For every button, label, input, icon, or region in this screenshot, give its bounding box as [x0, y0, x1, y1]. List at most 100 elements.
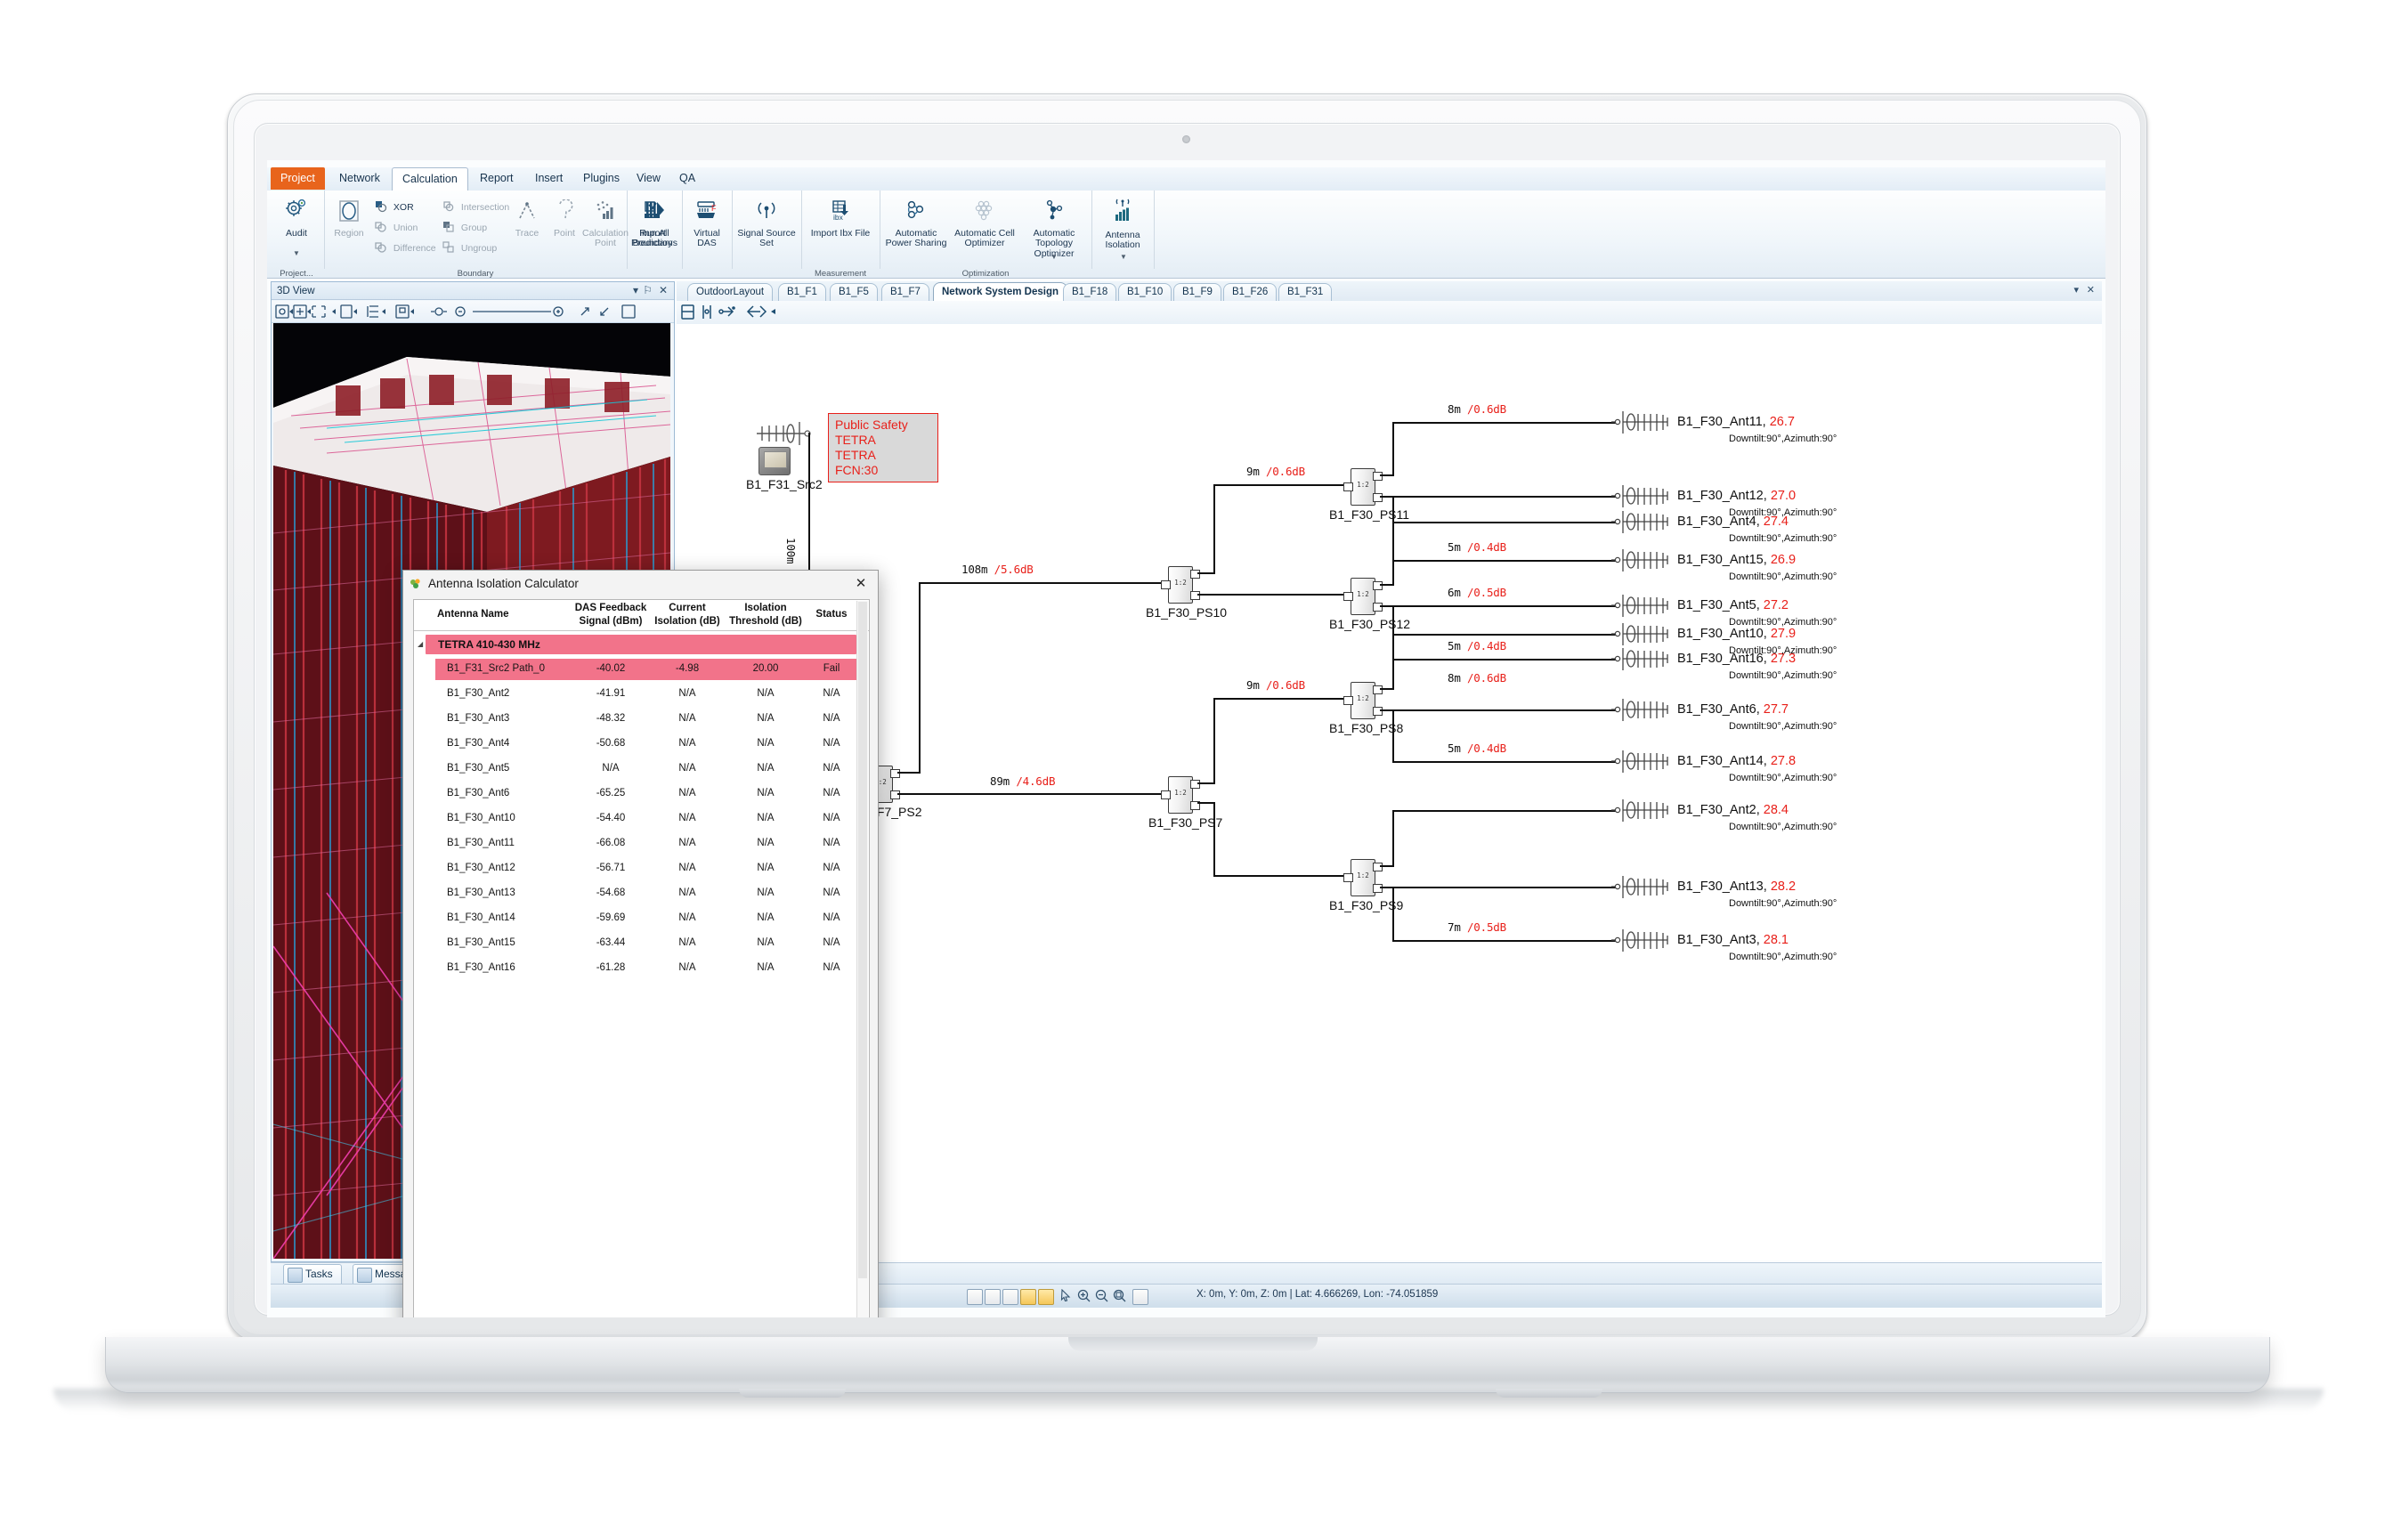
- trace-button[interactable]: Trace: [509, 199, 545, 239]
- group-icon: [442, 220, 455, 237]
- ribbon-tab-view[interactable]: View: [627, 167, 670, 190]
- table-row[interactable]: B1_F30_Ant6 -65.25 N/A N/A N/A: [414, 782, 869, 806]
- ribbon-tab-calculation[interactable]: Calculation: [392, 167, 468, 191]
- import-ibx-file-button[interactable]: ibx Import Ibx File: [805, 199, 876, 239]
- tab-outdoorlayout[interactable]: OutdoorLayout: [687, 283, 774, 301]
- automatic-power-sharing-icon: [883, 199, 949, 226]
- cable-loss: /0.6dB: [1466, 671, 1506, 685]
- automatic-power-sharing-button[interactable]: Automatic Power Sharing: [883, 199, 949, 249]
- antenna-isolation-button[interactable]: Antenna Isolation: [1093, 198, 1152, 251]
- signal-source-set-button[interactable]: Signal Source Set: [734, 199, 799, 249]
- table-row[interactable]: B1_F30_Ant11 -66.08 N/A N/A N/A: [414, 832, 869, 855]
- calculation-point-button[interactable]: Calculation Point: [580, 199, 630, 249]
- isolation-results-grid[interactable]: Antenna Name DAS Feedback Signal (dBm) C…: [413, 599, 870, 1317]
- table-row[interactable]: B1_F30_Ant14 -59.69 N/A N/A N/A: [414, 907, 869, 930]
- tab-b1-f10[interactable]: B1_F10: [1118, 283, 1172, 301]
- grid-scrollbar-thumb[interactable]: [858, 602, 867, 1278]
- splitter-b1-f30-ps12[interactable]: 1:2: [1351, 578, 1375, 615]
- ribbon-tab-network[interactable]: Network: [329, 167, 390, 190]
- point-button[interactable]: Point: [547, 199, 582, 239]
- status-pointer-icon[interactable]: [1059, 1288, 1074, 1303]
- wire-ps8-out1-v: [1392, 634, 1394, 690]
- status-export-icon[interactable]: [1002, 1289, 1018, 1305]
- table-row[interactable]: B1_F30_Ant5 N/A N/A N/A N/A: [414, 758, 869, 781]
- tab-b1-f5[interactable]: B1_F5: [830, 283, 878, 301]
- ribbon-tab-qa[interactable]: QA: [669, 167, 705, 190]
- ribbon-tab-plugins[interactable]: Plugins: [573, 167, 629, 190]
- antenna-isolation-expand-arrow[interactable]: ▼: [1120, 253, 1127, 261]
- column-header-status[interactable]: Status: [809, 608, 854, 621]
- group-expand-icon[interactable]: ◢: [418, 640, 423, 648]
- tab-b1-f26[interactable]: B1_F26: [1223, 283, 1278, 301]
- network-design-canvas[interactable]: B1_F31_Src2 Public Safety TETRA TETRA FC…: [677, 324, 2102, 1260]
- tab-b1-f1[interactable]: B1_F1: [778, 283, 826, 301]
- tab-b1-f7[interactable]: B1_F7: [881, 283, 929, 301]
- ungroup-label: Ungroup: [460, 243, 498, 255]
- splitter-b1-f30-ps10[interactable]: 1:2: [1168, 566, 1193, 604]
- automatic-cell-optimizer-button[interactable]: Automatic Cell Optimizer: [953, 199, 1017, 249]
- run-all-predictions-button[interactable]: Run All Predictions: [629, 199, 680, 249]
- status-properties-icon[interactable]: [1132, 1289, 1148, 1305]
- region-button[interactable]: Region: [328, 199, 370, 239]
- splitter-b1-f30-ps9[interactable]: 1:2: [1351, 859, 1375, 896]
- union-button[interactable]: Union: [374, 220, 418, 237]
- ribbon-tab-insert[interactable]: Insert: [525, 167, 572, 190]
- splitter-b1-f30-ps7[interactable]: 1:2: [1168, 776, 1193, 814]
- column-header-antenna-name[interactable]: Antenna Name: [437, 608, 571, 621]
- project-group-expand-arrow[interactable]: ▼: [293, 249, 300, 257]
- ungroup-button[interactable]: Ungroup: [442, 240, 497, 257]
- splitter-b1-f30-ps11[interactable]: 1:2: [1351, 468, 1375, 506]
- automatic-cell-optimizer-icon: [953, 199, 1017, 226]
- table-row[interactable]: B1_F30_Ant12 -56.71 N/A N/A N/A: [414, 857, 869, 880]
- table-row[interactable]: B1_F30_Ant13 -54.68 N/A N/A N/A: [414, 882, 869, 905]
- cable-loss: /0.6dB: [1265, 678, 1305, 692]
- audit-button[interactable]: Audit: [274, 198, 319, 239]
- group-button[interactable]: Group: [442, 220, 487, 237]
- frequency-group-row[interactable]: TETRA 410-430 MHz: [426, 635, 856, 654]
- virtual-das-button[interactable]: F Virtual DAS: [684, 199, 730, 249]
- column-header-current-isolation[interactable]: Current Isolation (dB): [651, 602, 724, 628]
- tab-b1-f31[interactable]: B1_F31: [1278, 283, 1333, 301]
- cell-status: Fail: [823, 663, 840, 674]
- xor-button[interactable]: XOR: [374, 199, 414, 216]
- table-row[interactable]: B1_F30_Ant15 -63.44 N/A N/A N/A: [414, 932, 869, 955]
- status-zoom-out-icon[interactable]: [1095, 1289, 1109, 1303]
- bottom-tab-tasks[interactable]: Tasks: [283, 1264, 342, 1285]
- doc-tabs-close-icon[interactable]: ✕: [2087, 284, 2095, 296]
- ribbon-tab-project[interactable]: Project: [271, 167, 325, 190]
- ribbon-tab-report[interactable]: Report: [470, 167, 523, 190]
- panel-3d-dropdown-icon[interactable]: ▾: [633, 284, 638, 296]
- table-row[interactable]: B1_F30_Ant10 -54.40 N/A N/A N/A: [414, 807, 869, 831]
- intersection-button[interactable]: Intersection: [442, 199, 509, 216]
- table-row[interactable]: B1_F30_Ant2 -41.91 N/A N/A N/A: [414, 683, 869, 706]
- doc-tabs-dropdown-icon[interactable]: ▾: [2073, 284, 2079, 296]
- status-layer-icon[interactable]: [985, 1289, 1001, 1305]
- status-ruler-icon[interactable]: [1038, 1289, 1054, 1305]
- status-panel-icon[interactable]: [967, 1289, 983, 1305]
- table-row[interactable]: B1_F30_Ant3 -48.32 N/A N/A N/A: [414, 708, 869, 731]
- status-zoom-fit-icon[interactable]: [1113, 1289, 1127, 1303]
- antenna-label-6: B1_F30_Ant10, 27.9: [1677, 627, 1797, 641]
- splitter-ps8-out2-port: [1373, 707, 1383, 716]
- document-tab-strip: OutdoorLayout B1_F1 B1_F5 B1_F7 Network …: [677, 281, 2102, 302]
- cell-status: N/A: [823, 863, 840, 873]
- table-row[interactable]: B1_F31_Src2 Path_0 -40.02 -4.98 20.00 Fa…: [414, 658, 869, 681]
- tab-b1-f18[interactable]: B1_F18: [1063, 283, 1117, 301]
- tab-b1-f9[interactable]: B1_F9: [1173, 283, 1221, 301]
- difference-button[interactable]: Difference: [374, 240, 436, 257]
- table-row[interactable]: B1_F30_Ant16 -61.28 N/A N/A N/A: [414, 957, 869, 980]
- automatic-topology-optimizer-button[interactable]: Automatic Topology Optimizer: [1018, 199, 1090, 259]
- tab-network-system-design[interactable]: Network System Design: [933, 282, 1068, 301]
- status-measure-icon[interactable]: [1020, 1289, 1036, 1305]
- column-header-das-feedback-signal[interactable]: DAS Feedback Signal (dBm): [572, 602, 649, 628]
- status-zoom-in-icon[interactable]: [1077, 1289, 1091, 1303]
- column-header-isolation-threshold[interactable]: Isolation Threshold (dB): [726, 602, 806, 628]
- antenna-gain: 28.1: [1763, 933, 1789, 947]
- optimization-group-expand-arrow[interactable]: ▼: [1051, 253, 1058, 261]
- panel-3d-close-icon[interactable]: ✕: [659, 284, 668, 296]
- dialog-close-icon[interactable]: ✕: [852, 575, 870, 593]
- grid-scrollbar[interactable]: [856, 601, 868, 1317]
- panel-3d-pin-icon[interactable]: ⚐: [643, 284, 653, 296]
- splitter-b1-f30-ps8[interactable]: 1:2: [1351, 682, 1375, 719]
- table-row[interactable]: B1_F30_Ant4 -50.68 N/A N/A N/A: [414, 733, 869, 756]
